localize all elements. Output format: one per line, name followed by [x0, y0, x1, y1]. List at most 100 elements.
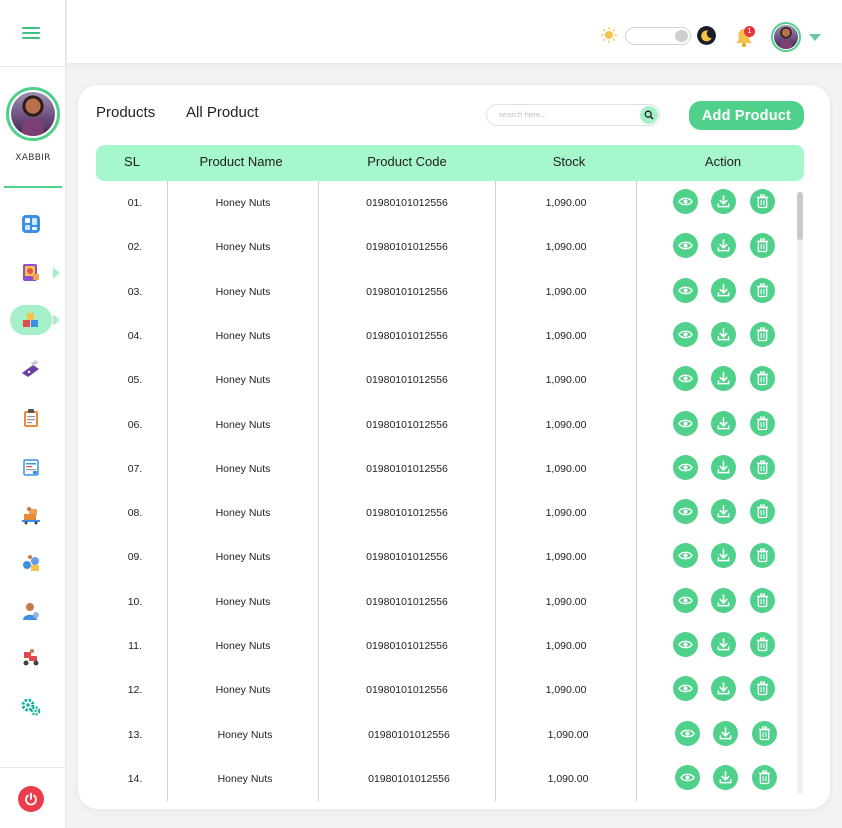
theme-toggle-knob[interactable] — [675, 30, 688, 42]
delete-button[interactable] — [750, 632, 775, 657]
delete-icon — [756, 681, 769, 696]
view-button[interactable] — [673, 321, 698, 347]
table-scrollbar[interactable] — [797, 192, 803, 794]
view-icon — [678, 507, 693, 516]
moon-icon[interactable] — [697, 26, 716, 45]
breadcrumb-all-product[interactable]: All Product — [186, 104, 259, 121]
view-button[interactable] — [673, 543, 698, 569]
download-button[interactable] — [711, 499, 736, 525]
view-button[interactable] — [675, 764, 700, 790]
download-button[interactable] — [711, 189, 736, 214]
search-button[interactable] — [640, 106, 658, 124]
view-button[interactable] — [675, 720, 700, 746]
table-row[interactable]: 05. Honey Nuts 01980101012556 1,090.00 — [78, 358, 830, 402]
delete-button[interactable] — [752, 764, 777, 790]
column-header-product-code[interactable]: Product Code — [318, 145, 496, 181]
nav-purchase-expand-icon[interactable] — [53, 267, 60, 279]
nav-purchase[interactable] — [10, 257, 52, 287]
view-button[interactable] — [673, 189, 698, 214]
download-button[interactable] — [711, 233, 736, 259]
view-button[interactable] — [673, 410, 698, 436]
sun-icon[interactable] — [601, 27, 617, 43]
delete-button[interactable] — [750, 233, 775, 259]
download-button[interactable] — [711, 277, 736, 303]
view-button[interactable] — [673, 366, 698, 392]
download-button[interactable] — [711, 543, 736, 569]
table-row[interactable]: 06. Honey Nuts 01980101012556 1,090.00 — [78, 403, 830, 447]
user-menu-caret-icon[interactable] — [809, 34, 821, 41]
table-row[interactable]: 11. Honey Nuts 01980101012556 1,090.00 — [78, 624, 830, 668]
search-input[interactable] — [499, 108, 629, 122]
cell-actions — [673, 410, 783, 437]
nav-settings[interactable] — [10, 692, 52, 722]
delete-button[interactable] — [750, 189, 775, 214]
view-icon — [678, 640, 693, 649]
download-button[interactable] — [711, 410, 736, 436]
theme-toggle[interactable] — [625, 27, 691, 45]
table-row[interactable]: 10. Honey Nuts 01980101012556 1,090.00 — [78, 580, 830, 624]
nav-dashboard[interactable] — [10, 209, 52, 239]
breadcrumb-products[interactable]: Products — [96, 104, 155, 121]
customers-icon — [23, 603, 39, 620]
nav-pos[interactable] — [10, 354, 52, 384]
profile-avatar[interactable] — [6, 87, 60, 141]
download-button[interactable] — [713, 764, 738, 790]
table-row[interactable]: 12. Honey Nuts 01980101012556 1,090.00 — [78, 668, 830, 712]
column-header-action[interactable]: Action — [642, 145, 804, 181]
table-row[interactable]: 04. Honey Nuts 01980101012556 1,090.00 — [78, 314, 830, 358]
download-button[interactable] — [713, 720, 738, 746]
delete-button[interactable] — [752, 720, 777, 746]
download-button[interactable] — [711, 676, 736, 702]
user-avatar[interactable] — [771, 22, 801, 52]
nav-products-expand-icon[interactable] — [53, 314, 60, 326]
view-button[interactable] — [673, 632, 698, 657]
delete-button[interactable] — [750, 366, 775, 392]
download-button[interactable] — [711, 321, 736, 347]
download-button[interactable] — [711, 632, 736, 657]
delete-button[interactable] — [750, 277, 775, 303]
table-row[interactable]: 07. Honey Nuts 01980101012556 1,090.00 — [78, 447, 830, 491]
table-row[interactable]: 13. Honey Nuts 01980101012556 1,090.00 — [78, 713, 830, 757]
table-row[interactable]: 01. Honey Nuts 01980101012556 1,090.00 — [78, 181, 830, 225]
delete-button[interactable] — [750, 499, 775, 525]
nav-products[interactable] — [10, 305, 52, 335]
column-header-stock[interactable]: Stock — [496, 145, 642, 181]
cell-actions — [673, 543, 783, 569]
add-product-button[interactable]: Add Product — [689, 101, 804, 130]
nav-orders[interactable] — [10, 403, 52, 433]
download-button[interactable] — [711, 587, 736, 613]
nav-customers[interactable] — [10, 596, 52, 626]
delete-button[interactable] — [750, 676, 775, 702]
delete-icon — [758, 726, 771, 740]
delete-button[interactable] — [750, 587, 775, 613]
cell-sl: 14. — [127, 772, 143, 785]
download-button[interactable] — [711, 454, 736, 480]
nav-rider[interactable] — [10, 642, 52, 672]
delete-button[interactable] — [750, 454, 775, 480]
view-button[interactable] — [673, 233, 698, 259]
view-button[interactable] — [673, 676, 698, 702]
view-button[interactable] — [673, 499, 698, 525]
column-header-product-name[interactable]: Product Name — [168, 145, 314, 181]
column-header-sl[interactable]: SL — [96, 145, 168, 181]
view-button[interactable] — [673, 587, 698, 613]
nav-delivery[interactable] — [10, 500, 52, 530]
table-scrollbar-thumb[interactable] — [797, 192, 803, 240]
table-row[interactable]: 08. Honey Nuts 01980101012556 1,090.00 — [78, 491, 830, 535]
view-button[interactable] — [673, 454, 698, 480]
nav-invoice[interactable] — [10, 452, 52, 482]
cell-product-code: 01980101012556 — [366, 329, 448, 342]
download-button[interactable] — [711, 366, 736, 392]
nav-suppliers[interactable] — [10, 548, 52, 578]
logout-button[interactable] — [18, 786, 44, 812]
delete-button[interactable] — [750, 543, 775, 569]
table-row[interactable]: 02. Honey Nuts 01980101012556 1,090.00 — [78, 225, 830, 269]
view-button[interactable] — [673, 277, 698, 303]
delete-button[interactable] — [750, 410, 775, 436]
table-row[interactable]: 09. Honey Nuts 01980101012556 1,090.00 — [78, 535, 830, 579]
download-icon — [717, 682, 730, 695]
delete-button[interactable] — [750, 321, 775, 347]
table-row[interactable]: 14. Honey Nuts 01980101012556 1,090.00 — [78, 757, 830, 801]
hamburger-menu-icon[interactable] — [22, 27, 40, 39]
table-row[interactable]: 03. Honey Nuts 01980101012556 1,090.00 — [78, 270, 830, 314]
